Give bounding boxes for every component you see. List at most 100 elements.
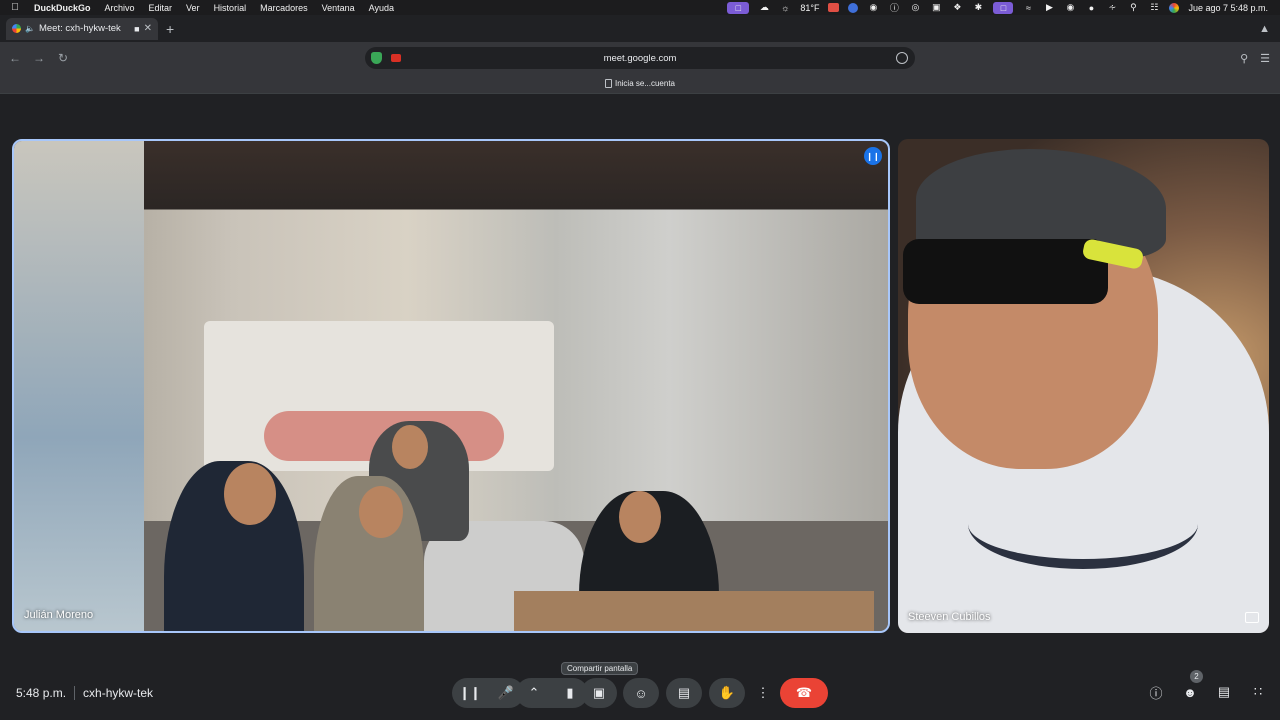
captions-button[interactable]: ▤ — [666, 678, 702, 708]
reload-icon[interactable]: ↻ — [54, 51, 72, 65]
toolbar-right: ⚲ ☰ — [1240, 52, 1270, 65]
compass-icon[interactable]: ◉ — [867, 2, 879, 13]
camera-in-use-icon: ■ — [134, 23, 140, 34]
bookmark-icon — [604, 79, 612, 88]
camera-options-chevron-icon[interactable]: ⌃ — [516, 685, 552, 701]
menu-ayuda[interactable]: Ayuda — [369, 3, 394, 13]
menu-editar[interactable]: Editar — [149, 3, 173, 13]
participant-name: Julián Moreno — [24, 609, 94, 621]
video-person-head — [224, 463, 276, 525]
back-arrow-icon[interactable]: ← — [6, 51, 24, 65]
recording-indicator-icon[interactable] — [391, 54, 401, 62]
zoom-status-icon[interactable] — [848, 2, 859, 13]
meeting-time: 5:48 p.m. — [16, 686, 67, 700]
participant-tile-main[interactable]: ❙❙ Julián Moreno — [12, 139, 890, 633]
info-status-icon[interactable]: ⓘ — [888, 3, 900, 13]
microphone-icon: 🎤 — [497, 685, 515, 700]
participant-tile-side[interactable]: Steeven Cubillos — [898, 139, 1269, 633]
more-vertical-icon: ⋮ — [756, 685, 770, 700]
speaker-icon[interactable]: 🔈 — [25, 24, 35, 33]
browser-toolbar: ← → ↻ meet.google.com ⚲ ☰ — [0, 42, 1280, 74]
menu-bar-status-area: □ ☁ ☼ 81°F ◉ ⓘ ◎ ▣ ❖ ✱ □ ≈ ▶ ◉ ● ∻ ⚲ ☷ J… — [727, 1, 1280, 14]
control-center-icon[interactable]: ☷ — [1148, 2, 1160, 13]
video-desk — [514, 591, 874, 631]
menu-archivo[interactable]: Archivo — [105, 3, 135, 13]
camera-control-group: ⌃ ▮ — [516, 678, 588, 708]
fire-button-icon[interactable]: ▲ — [1259, 23, 1270, 35]
menu-ver[interactable]: Ver — [186, 3, 200, 13]
hand-icon: ✋ — [718, 685, 736, 700]
share-screen-tooltip: Compartir pantalla — [561, 662, 639, 675]
temperature-readout[interactable]: 81°F — [800, 3, 819, 13]
audio-levels-icon[interactable]: ❙❙ — [452, 685, 488, 701]
captions-icon: ▤ — [677, 685, 691, 700]
chat-icon[interactable]: ▤ — [1216, 684, 1232, 700]
weather-sun-icon[interactable]: ☼ — [779, 3, 791, 13]
menu-historial[interactable]: Historial — [214, 3, 247, 13]
video-background-sacks — [14, 141, 144, 631]
video-shirt-logo — [968, 479, 1198, 569]
meeting-info-divider — [74, 686, 76, 700]
chat-bubble-icon[interactable] — [896, 52, 908, 64]
participant-name: Steeven Cubillos — [908, 611, 991, 623]
menu-ventana[interactable]: Ventana — [322, 3, 355, 13]
airplay-icon[interactable]: ◎ — [909, 2, 921, 13]
video-person-sunglasses — [903, 239, 1108, 304]
more-options-button[interactable]: ⋮ — [752, 678, 774, 708]
forward-arrow-icon[interactable]: → — [30, 51, 48, 65]
meet-favicon-icon — [12, 24, 21, 33]
macos-menu-bar:  DuckDuckGo Archivo Editar Ver Historia… — [0, 0, 1280, 15]
raise-hand-button[interactable]: ✋ — [709, 678, 745, 708]
siri-icon[interactable] — [1169, 2, 1180, 13]
wifi-icon[interactable]: ∻ — [1106, 2, 1118, 13]
menu-app-name[interactable]: DuckDuckGo — [34, 3, 91, 13]
play-status-icon[interactable]: ▶ — [1043, 2, 1055, 13]
hamburger-menu-icon[interactable]: ☰ — [1260, 52, 1270, 65]
end-call-button[interactable]: ☎ — [780, 678, 828, 708]
people-icon[interactable]: ☻ 2 — [1182, 670, 1203, 700]
people-count-badge: 2 — [1190, 670, 1203, 683]
bookmark-item[interactable]: Inicia se...cuenta — [615, 79, 675, 88]
menu-marcadores[interactable]: Marcadores — [260, 3, 308, 13]
video-camera-icon: ▮ — [566, 685, 574, 700]
app-status-icon[interactable] — [828, 3, 840, 12]
emoji-icon: ☺ — [634, 685, 648, 701]
user-circle-icon[interactable]: ◉ — [1064, 2, 1076, 13]
meeting-details-icon[interactable]: ⓘ — [1148, 684, 1164, 701]
browser-tab-strip: 🔈 Meet: cxh-hykw-tek ■ ✕ + ▲ — [0, 15, 1280, 42]
tab-title: Meet: cxh-hykw-tek — [38, 23, 121, 34]
bookmarks-bar: Inicia se...cuenta — [0, 74, 1280, 94]
key-icon[interactable]: ⚲ — [1240, 52, 1248, 65]
meeting-code[interactable]: cxh-hykw-tek — [83, 686, 153, 700]
script-icon[interactable]: ❖ — [951, 2, 963, 13]
address-bar[interactable]: meet.google.com — [365, 47, 915, 69]
privacy-shield-icon[interactable] — [371, 52, 382, 64]
meet-control-bar: 5:48 p.m. cxh-hykw-tek Compartir pantall… — [0, 662, 1280, 720]
video-person-head — [359, 486, 403, 538]
spotlight-search-icon[interactable]: ⚲ — [1127, 2, 1139, 13]
hang-up-icon: ☎ — [795, 685, 813, 700]
display-icon[interactable]: ▣ — [930, 2, 942, 13]
screen-share-status-icon[interactable]: □ — [727, 1, 750, 14]
video-person-head — [619, 491, 661, 543]
stage-manager-icon[interactable]: □ — [993, 1, 1014, 14]
meeting-info: 5:48 p.m. cxh-hykw-tek — [16, 686, 153, 700]
share-screen-button[interactable]: ▣ — [581, 678, 617, 708]
activities-grid-icon[interactable]: ∷ — [1250, 684, 1266, 700]
bluetooth-icon[interactable]: ✱ — [972, 2, 984, 13]
reactions-button[interactable]: ☺ — [623, 678, 659, 708]
right-controls: ⓘ ☻ 2 ▤ ∷ — [1148, 670, 1266, 701]
new-tab-icon[interactable]: + — [166, 21, 174, 37]
wifi-calling-icon[interactable]: ≈ — [1022, 3, 1034, 13]
tile-options-icon[interactable] — [1245, 612, 1259, 623]
browser-tab-meet[interactable]: 🔈 Meet: cxh-hykw-tek ■ ✕ — [6, 17, 158, 40]
audio-control-group: ❙❙ 🎤 — [452, 678, 524, 708]
tab-close-icon[interactable]: ✕ — [144, 23, 152, 34]
video-person-head — [392, 425, 428, 469]
user-icon[interactable]: ● — [1085, 3, 1097, 13]
present-screen-icon: ▣ — [592, 685, 606, 700]
apple-icon[interactable]:  — [10, 2, 20, 13]
cloud-icon[interactable]: ☁ — [758, 2, 770, 13]
speaking-indicator-icon: ❙❙ — [864, 147, 882, 165]
menu-bar-clock[interactable]: Jue ago 7 5:48 p.m. — [1188, 3, 1268, 13]
